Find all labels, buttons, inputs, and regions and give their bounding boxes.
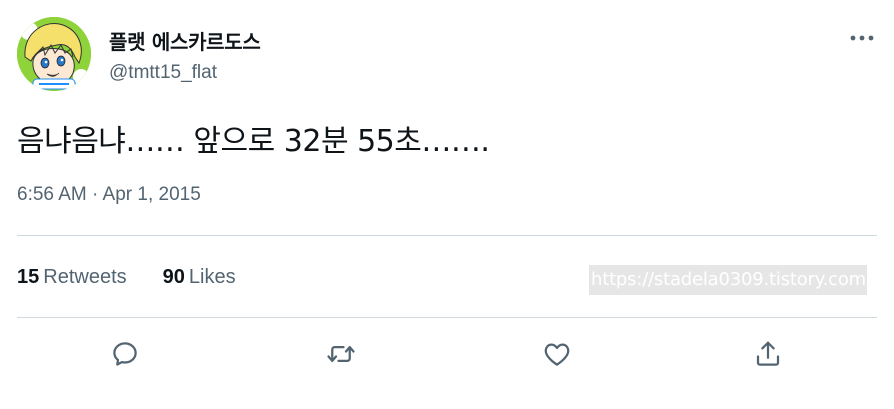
divider-bottom	[17, 317, 877, 318]
divider-top	[17, 235, 877, 236]
retweets-label: Retweets	[43, 266, 127, 288]
likes-label: Likes	[188, 266, 236, 288]
retweets-count: 15	[17, 266, 40, 288]
watermark: https://stadela0309.tistory.com	[589, 265, 867, 295]
heart-icon	[544, 343, 570, 366]
more-dots-icon	[850, 35, 874, 41]
like-button[interactable]	[537, 334, 577, 374]
reply-button[interactable]	[105, 334, 145, 374]
tweet-stats: 15 Retweets 90 Likes	[17, 266, 236, 289]
tweet-header: 플랫 에스카르도스 @tmtt15_flat	[17, 17, 877, 91]
share-button[interactable]	[748, 334, 788, 374]
timestamp-link[interactable]: 6:56 AM · Apr 1, 2015	[17, 184, 201, 205]
share-icon	[756, 341, 780, 366]
tweet-actions	[17, 334, 877, 374]
tweet-text: 음냐음냐…… 앞으로 32분 55초…….	[17, 124, 490, 159]
avatar-image	[17, 17, 91, 91]
more-options-button[interactable]	[847, 23, 877, 53]
retweet-icon	[327, 346, 355, 362]
likes-stat[interactable]: 90 Likes	[163, 266, 236, 289]
retweet-button[interactable]	[321, 334, 361, 374]
author-handle[interactable]: @tmtt15_flat	[109, 62, 217, 84]
reply-icon	[113, 342, 137, 366]
tweet-timestamp[interactable]: 6:56 AM · Apr 1, 2015	[17, 184, 201, 206]
retweets-stat[interactable]: 15 Retweets	[17, 266, 127, 289]
author-display-name[interactable]: 플랫 에스카르도스	[109, 26, 261, 55]
likes-count: 90	[162, 266, 185, 288]
avatar[interactable]	[17, 17, 91, 91]
